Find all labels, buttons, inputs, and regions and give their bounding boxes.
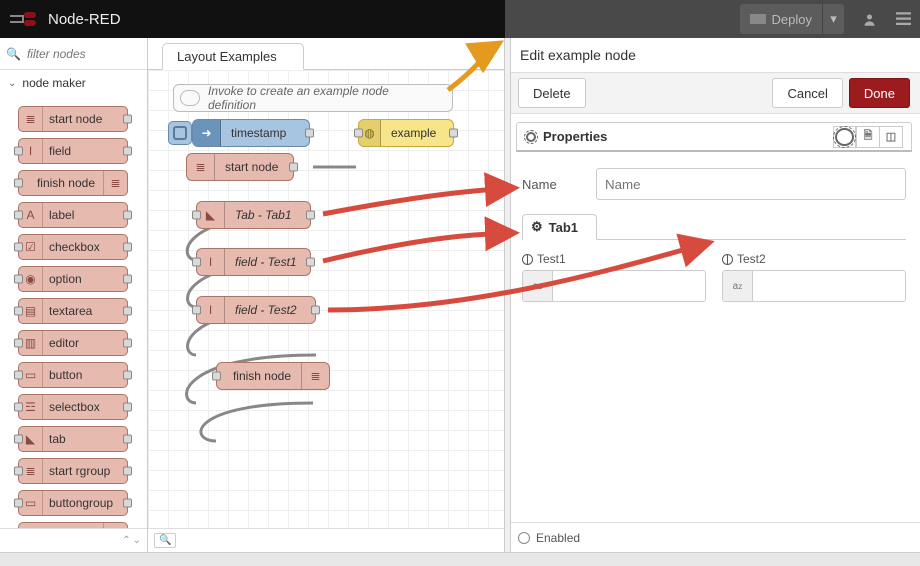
text-cursor-icon: I <box>197 297 225 323</box>
palette-node-label[interactable]: Alabel <box>18 202 128 228</box>
workspace-footer: 🔍 <box>148 528 505 552</box>
inject-node[interactable]: ➜ timestamp <box>192 119 310 147</box>
deploy-button[interactable]: Deploy ▾ <box>740 4 844 34</box>
palette-node-tab[interactable]: ◣tab <box>18 426 128 452</box>
inject-trigger-button[interactable] <box>168 121 192 145</box>
gear-icon <box>525 131 537 143</box>
globe-icon <box>722 254 733 265</box>
nodered-logo-icon <box>10 11 40 27</box>
finish-node[interactable]: ≣ finish node <box>216 362 330 390</box>
test1-label: Test1 <box>537 252 566 266</box>
delete-button[interactable]: Delete <box>518 78 586 108</box>
field1-node[interactable]: I field - Test1 <box>196 248 311 276</box>
string-type-icon[interactable]: az <box>523 271 553 301</box>
edit-title: Edit example node <box>508 38 920 72</box>
list-icon: ≣ <box>187 154 215 180</box>
cancel-button[interactable]: Cancel <box>772 78 842 108</box>
palette-node-button[interactable]: ▭button <box>18 362 128 388</box>
comment-icon <box>180 90 200 106</box>
palette-node-finish-node[interactable]: ≣finish node <box>18 170 128 196</box>
string-type-icon[interactable]: az <box>723 271 753 301</box>
node-appearance-icon[interactable]: ◫ <box>879 126 903 148</box>
enabled-toggle-icon[interactable] <box>518 532 530 544</box>
palette-node-selectbox[interactable]: ☲selectbox <box>18 394 128 420</box>
test2-label: Test2 <box>737 252 766 266</box>
deploy-menu-caret[interactable]: ▾ <box>822 4 844 34</box>
search-icon[interactable]: 🔍 <box>154 533 176 548</box>
deploy-icon <box>750 14 766 24</box>
node-type-icon: ≣ <box>103 171 127 195</box>
palette-node-start-node[interactable]: ≣start node <box>18 106 128 132</box>
name-label: Name <box>522 177 596 192</box>
status-bar <box>0 552 920 566</box>
user-icon[interactable] <box>852 0 886 38</box>
test2-input[interactable]: az <box>722 270 906 302</box>
palette-node-buttongroup[interactable]: ▭buttongroup <box>18 490 128 516</box>
flow-canvas[interactable]: Invoke to create an example node definit… <box>148 70 505 528</box>
node-description-icon[interactable]: 🗎 <box>856 126 880 148</box>
search-icon: 🔍 <box>6 47 21 61</box>
test1-input[interactable]: az <box>522 270 706 302</box>
palette-collapse-down-icon[interactable]: ⌄ <box>133 535 141 546</box>
palette-collapse-up-icon[interactable]: ⌃ <box>122 535 130 546</box>
palette-node-start-rgroup[interactable]: ≣start rgroup <box>18 458 128 484</box>
palette-category-header[interactable]: ⌄ node maker <box>0 70 147 96</box>
flow-comment[interactable]: Invoke to create an example node definit… <box>173 84 453 112</box>
text-cursor-icon: I <box>197 249 225 275</box>
app-header: Node-RED Deploy ▾ <box>0 0 920 38</box>
app-title: Node-RED <box>48 11 121 28</box>
chevron-down-icon: ⌄ <box>8 78 16 89</box>
palette-search[interactable]: 🔍 <box>0 38 147 70</box>
palette-filter-input[interactable] <box>25 46 141 62</box>
enabled-label: Enabled <box>536 531 580 545</box>
inject-icon: ➜ <box>193 120 221 146</box>
palette-node-option[interactable]: ◉option <box>18 266 128 292</box>
palette-sidebar: 🔍 ⌄ node maker ≣start node Ifield ≣finish … <box>0 38 148 552</box>
list-icon: ≣ <box>301 363 329 389</box>
palette-node-editor[interactable]: ▥editor <box>18 330 128 356</box>
done-button[interactable]: Done <box>849 78 910 108</box>
node-type-icon: ≣ <box>103 523 127 528</box>
globe-icon <box>522 254 533 265</box>
palette-node-textarea[interactable]: ▤textarea <box>18 298 128 324</box>
tab1-tab[interactable]: ⚙ Tab1 <box>522 214 597 240</box>
edit-sidebar: Edit example node Delete Cancel Done Pro… <box>507 38 920 552</box>
node-settings-icon[interactable] <box>833 126 857 148</box>
bookmark-icon: ◣ <box>197 202 225 228</box>
flow-tab[interactable]: Layout Examples <box>162 43 304 70</box>
workspace: Layout Examples Invoke to create an exam… <box>148 38 505 552</box>
hamburger-menu-icon[interactable] <box>886 0 920 38</box>
properties-header[interactable]: Properties 🗎 ◫ <box>516 122 912 152</box>
field2-node[interactable]: I field - Test2 <box>196 296 316 324</box>
example-node[interactable]: ◍ example <box>358 119 454 147</box>
gears-icon: ⚙ <box>531 219 543 235</box>
palette-node-field[interactable]: Ifield <box>18 138 128 164</box>
start-node[interactable]: ≣ start node <box>186 153 294 181</box>
palette-node-end-rgroup[interactable]: ≣end rgroup <box>18 522 128 528</box>
node-type-icon: ≣ <box>19 107 43 131</box>
workspace-tab-bar: Layout Examples <box>148 38 505 70</box>
palette-node-checkbox[interactable]: ☑checkbox <box>18 234 128 260</box>
name-input[interactable] <box>596 168 906 200</box>
tab-node[interactable]: ◣ Tab - Tab1 <box>196 201 311 229</box>
